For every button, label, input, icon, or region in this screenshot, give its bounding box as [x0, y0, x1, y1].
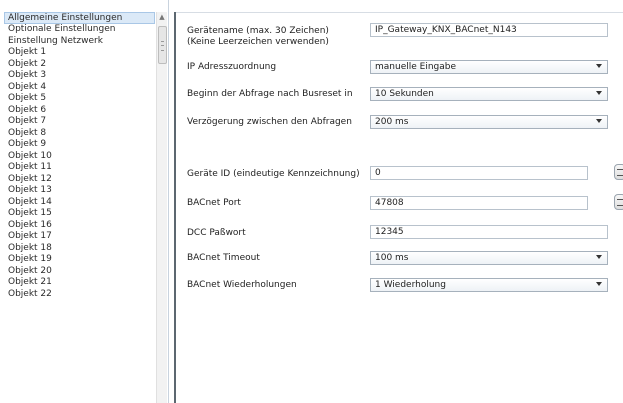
sidebar-item[interactable]: Objekt 9	[0, 139, 155, 151]
sidebar-item[interactable]: Objekt 14	[0, 197, 155, 209]
sidebar-item[interactable]: Objekt 17	[0, 231, 155, 243]
chevron-down-icon	[596, 64, 602, 68]
sidebar-item[interactable]: Objekt 7	[0, 116, 155, 128]
bacnet-retries-label: BACnet Wiederholungen	[187, 280, 297, 290]
ip-assignment-select[interactable]: manuelle Eingabe	[370, 60, 608, 74]
sidebar-item[interactable]: Objekt 18	[0, 243, 155, 255]
bacnet-timeout-select[interactable]: 100 ms	[370, 251, 608, 265]
sidebar-item[interactable]: Objekt 10	[0, 151, 155, 163]
sidebar-item[interactable]: Objekt 15	[0, 208, 155, 220]
dcc-password-field[interactable]: 12345	[370, 225, 608, 239]
query-delay-select[interactable]: 200 ms	[370, 115, 608, 129]
dcc-password-label: DCC Paßwort	[187, 228, 246, 238]
device-name-field[interactable]: IP_Gateway_KNX_BACnet_N143	[370, 23, 608, 37]
sidebar-item[interactable]: Objekt 11	[0, 162, 155, 174]
sidebar-item[interactable]: Objekt 5	[0, 93, 155, 105]
device-id-label: Geräte ID (eindeutige Kennzeichnung)	[187, 169, 360, 179]
sidebar-item[interactable]: Objekt 22	[0, 289, 155, 301]
navigation-scrollbar[interactable]: ▲	[156, 12, 167, 403]
sidebar-item[interactable]: Objekt 13	[0, 185, 155, 197]
sidebar-item[interactable]: Einstellung Netzwerk	[0, 36, 155, 48]
bacnet-port-label: BACnet Port	[187, 198, 241, 208]
sidebar-item[interactable]: Objekt 3	[0, 70, 155, 82]
query-delay-value: 200 ms	[375, 117, 409, 127]
stepper-down-icon	[617, 175, 623, 176]
sidebar-item[interactable]: Objekt 6	[0, 105, 155, 117]
bacnet-timeout-value: 100 ms	[375, 253, 409, 263]
navigation-list: Allgemeine Einstellungen Optionale Einste…	[0, 12, 155, 300]
sidebar-item[interactable]: Objekt 4	[0, 82, 155, 94]
stepper-down-icon	[617, 205, 623, 206]
sidebar-item[interactable]: Allgemeine Einstellungen	[4, 12, 155, 24]
sidebar-item[interactable]: Objekt 1	[0, 47, 155, 59]
chevron-down-icon	[596, 255, 602, 259]
bacnet-timeout-label: BACnet Timeout	[187, 253, 260, 263]
chevron-down-icon	[596, 119, 602, 123]
sidebar-item[interactable]: Objekt 2	[0, 59, 155, 71]
stepper-up-icon	[617, 199, 623, 200]
query-start-select[interactable]: 10 Sekunden	[370, 87, 608, 101]
device-id-field[interactable]: 0	[370, 166, 588, 180]
device-name-label-line1: Gerätename (max. 30 Zeichen)	[187, 26, 329, 36]
scroll-grip-icon	[161, 41, 164, 51]
sidebar-item[interactable]: Objekt 21	[0, 277, 155, 289]
bacnet-port-stepper[interactable]	[614, 194, 623, 210]
bacnet-retries-select[interactable]: 1 Wiederholung	[370, 278, 608, 292]
ip-assignment-label: IP Adresszuordnung	[187, 62, 277, 72]
query-delay-label: Verzögerung zwischen den Abfragen	[187, 117, 352, 127]
query-start-label: Beginn der Abfrage nach Busreset in	[187, 89, 353, 99]
sidebar-item[interactable]: Objekt 12	[0, 174, 155, 186]
chevron-down-icon	[596, 282, 602, 286]
device-name-label-line2: (Keine Leerzeichen verwenden)	[187, 37, 329, 47]
settings-panel: Gerätename (max. 30 Zeichen) (Keine Leer…	[176, 0, 623, 403]
stepper-up-icon	[617, 169, 623, 170]
sidebar-item[interactable]: Objekt 8	[0, 128, 155, 140]
sidebar-item[interactable]: Optionale Einstellungen	[0, 24, 155, 36]
query-start-value: 10 Sekunden	[375, 89, 434, 99]
scroll-up-arrow-icon[interactable]: ▲	[157, 12, 167, 22]
chevron-down-icon	[596, 91, 602, 95]
navigation-pane: Allgemeine Einstellungen Optionale Einste…	[0, 0, 169, 403]
scroll-thumb[interactable]	[158, 26, 167, 64]
sidebar-item[interactable]: Objekt 16	[0, 220, 155, 232]
sidebar-item[interactable]: Objekt 19	[0, 254, 155, 266]
ip-assignment-value: manuelle Eingabe	[375, 62, 456, 72]
device-name-label: Gerätename (max. 30 Zeichen) (Keine Leer…	[187, 26, 329, 48]
device-id-stepper[interactable]	[614, 164, 623, 180]
sidebar-item[interactable]: Objekt 20	[0, 266, 155, 278]
bacnet-port-field[interactable]: 47808	[370, 196, 588, 210]
bacnet-retries-value: 1 Wiederholung	[375, 280, 446, 290]
